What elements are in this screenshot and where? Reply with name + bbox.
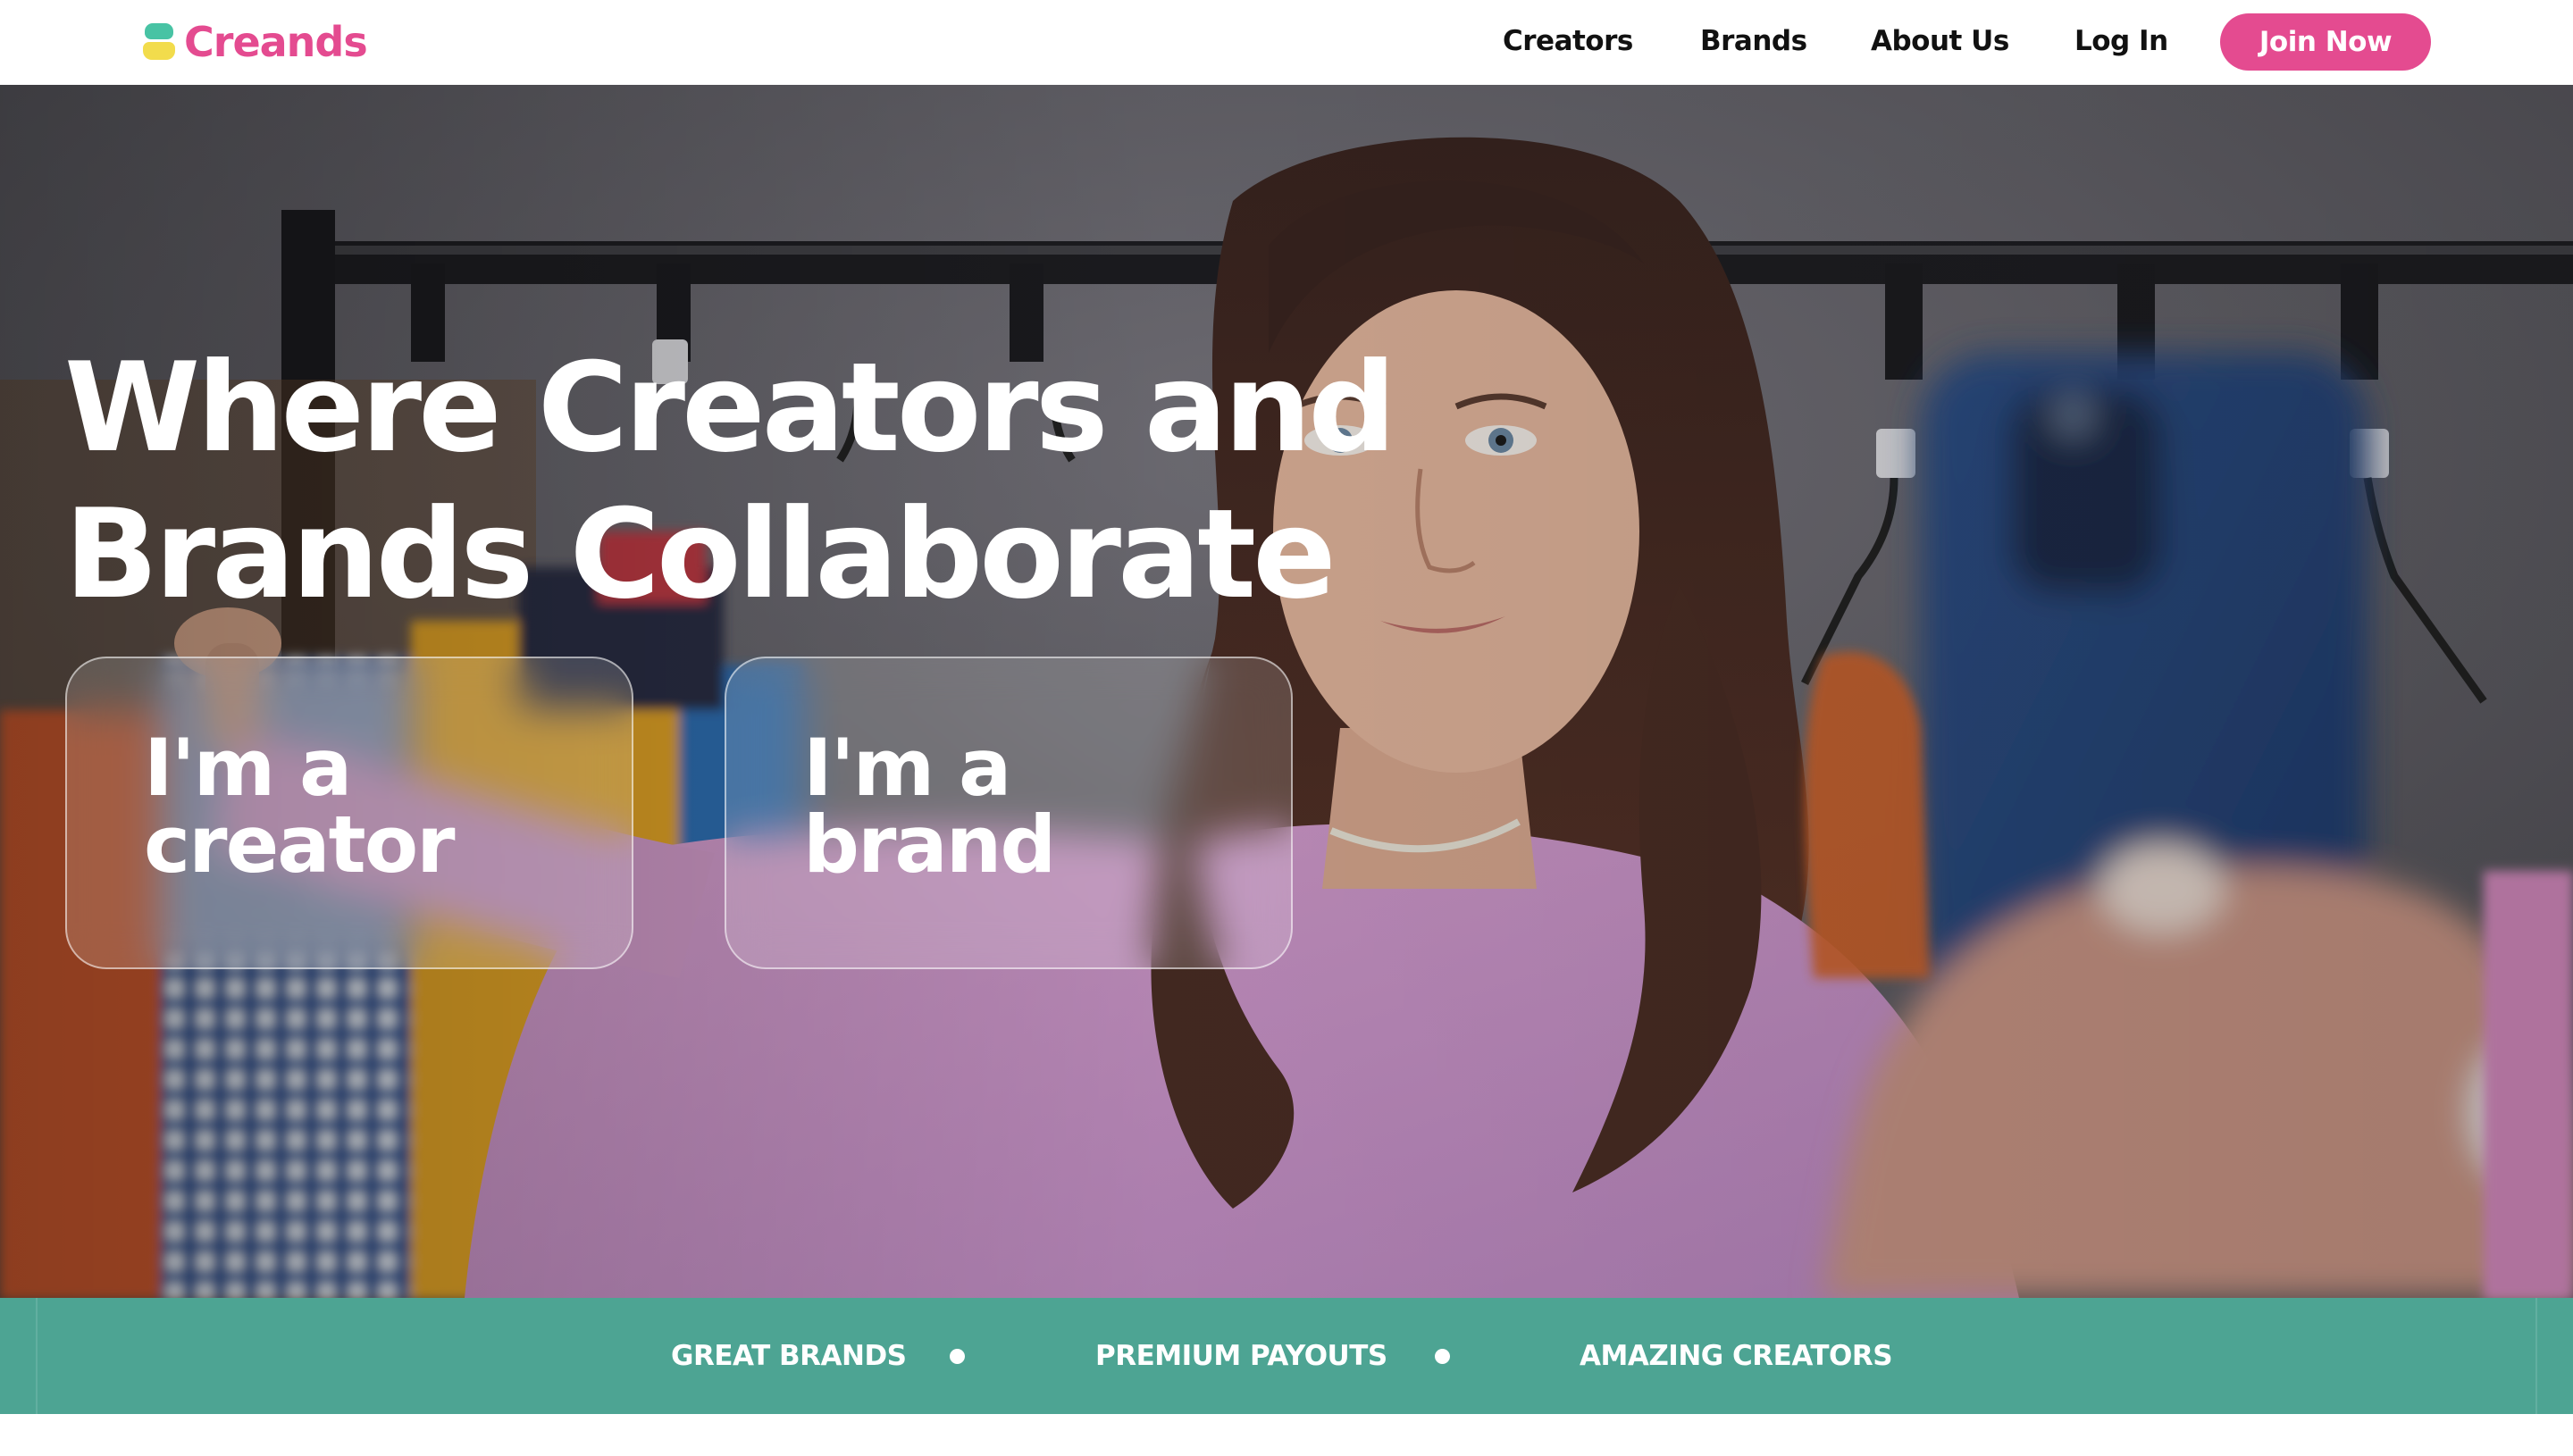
hero-headline: Where Creators and Brands Collaborate bbox=[64, 335, 1583, 628]
top-navigation: Creands Creators Brands About Us Log In … bbox=[0, 0, 2573, 85]
nav-link-creators[interactable]: Creators bbox=[1503, 25, 1633, 57]
ticker-item-great-brands: GREAT BRANDS bbox=[671, 1340, 907, 1372]
creator-card[interactable]: I'm a creator bbox=[65, 657, 633, 969]
ticker-item-premium-payouts: PREMIUM PAYOUTS bbox=[1095, 1340, 1387, 1372]
hero-section: Where Creators and Brands Collaborate I'… bbox=[0, 85, 2573, 1298]
ticker-divider-left bbox=[36, 1298, 38, 1414]
hero-headline-line-1: Where Creators and bbox=[64, 336, 1396, 480]
brand-card-line-1: I'm a bbox=[803, 722, 1011, 814]
creator-card-line-1: I'm a bbox=[144, 722, 352, 814]
ticker-item-amazing-creators: AMAZING CREATORS bbox=[1580, 1340, 1893, 1372]
join-now-button[interactable]: Join Now bbox=[2220, 13, 2431, 71]
nav-link-log-in[interactable]: Log In bbox=[2074, 25, 2168, 57]
hero-headline-line-2: Brands Collaborate bbox=[64, 482, 1337, 626]
ticker-divider-right bbox=[2535, 1298, 2537, 1414]
logo-icon bbox=[143, 21, 175, 63]
nav-link-brands[interactable]: Brands bbox=[1700, 25, 1807, 57]
ticker-bullet bbox=[1435, 1349, 1450, 1364]
brand-logo[interactable]: Creands bbox=[143, 18, 368, 66]
brand-card-label: I'm a brand bbox=[803, 722, 1250, 891]
brand-card[interactable]: I'm a brand bbox=[725, 657, 1293, 969]
brand-name: Creands bbox=[184, 18, 368, 66]
creator-card-label: I'm a creator bbox=[144, 722, 591, 891]
ticker-bullet bbox=[950, 1349, 965, 1364]
nav-link-about-us[interactable]: About Us bbox=[1871, 25, 2009, 57]
creator-card-line-2: creator bbox=[144, 799, 456, 891]
feature-ticker: GREAT BRANDS PREMIUM PAYOUTS AMAZING CRE… bbox=[0, 1298, 2573, 1414]
brand-card-line-2: brand bbox=[803, 799, 1056, 891]
